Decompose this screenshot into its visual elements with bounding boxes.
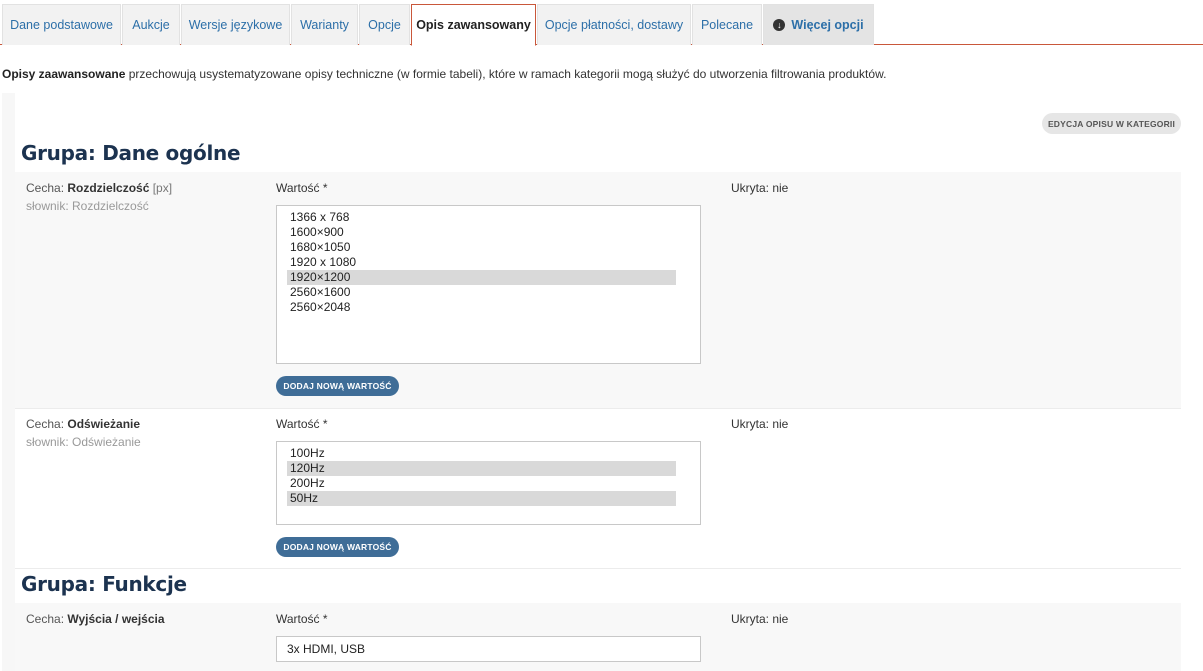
- row-divider: [15, 568, 1181, 569]
- tab-bar: Dane podstawowe Aukcje Wersje językowe W…: [0, 0, 1203, 46]
- io-value-input[interactable]: 3x HDMI, USB: [276, 636, 701, 662]
- tab-wiecej-opcji[interactable]: ↓ Więcej opcji: [763, 4, 874, 45]
- tab-opcje-platnosci[interactable]: Opcje płatności, dostawy: [537, 4, 691, 45]
- group-title-funkcje: Grupa: Funkcje: [21, 572, 187, 596]
- list-option-selected[interactable]: 120Hz: [287, 461, 676, 476]
- feature-prefix: Cecha:: [26, 612, 68, 626]
- tab-polecane[interactable]: Polecane: [692, 4, 762, 45]
- tab-opcje[interactable]: Opcje: [359, 4, 410, 45]
- intro-rest: przechowują usystematyzowane opisy techn…: [125, 67, 887, 81]
- feature-prefix: Cecha:: [26, 417, 68, 431]
- list-option[interactable]: 100Hz: [287, 446, 676, 461]
- row-divider: [15, 408, 1181, 409]
- tab-wersje-jezykowe[interactable]: Wersje językowe: [181, 4, 290, 45]
- dictionary-label: słownik: Odświeżanie: [26, 435, 141, 449]
- resolution-listbox[interactable]: 1366 x 768 1600×900 1680×1050 1920 x 108…: [276, 205, 701, 364]
- hidden-status: Ukryta: nie: [731, 417, 789, 431]
- tab-aukcje[interactable]: Aukcje: [122, 4, 180, 45]
- edit-category-description-button[interactable]: EDYCJA OPISU W KATEGORII: [1042, 113, 1181, 134]
- arrow-down-circle-icon: ↓: [773, 19, 786, 31]
- list-option-selected[interactable]: 1920×1200: [287, 270, 676, 285]
- refresh-rate-listbox[interactable]: 100Hz 120Hz 200Hz 50Hz: [276, 441, 701, 525]
- list-option-selected[interactable]: 50Hz: [287, 491, 676, 506]
- value-label: Wartość *: [276, 417, 328, 431]
- feature-name: Odświeżanie: [67, 417, 141, 431]
- add-value-button[interactable]: DODAJ NOWĄ WARTOŚĆ: [276, 537, 399, 557]
- feature-label-wyjscia-wejscia: Cecha: Wyjścia / wejścia: [26, 612, 165, 626]
- list-option[interactable]: 1680×1050: [287, 240, 676, 255]
- intro-text: Opisy zaawansowane przechowują usystemat…: [2, 67, 886, 81]
- value-label: Wartość *: [276, 612, 328, 626]
- list-option[interactable]: 200Hz: [287, 476, 676, 491]
- hidden-status: Ukryta: nie: [731, 181, 789, 195]
- add-value-button[interactable]: DODAJ NOWĄ WARTOŚĆ: [276, 376, 399, 396]
- tab-opis-zawansowany[interactable]: Opis zawansowany: [411, 4, 536, 46]
- tab-dane-podstawowe[interactable]: Dane podstawowe: [2, 4, 121, 45]
- feature-name: Wyjścia / wejścia: [67, 612, 165, 626]
- intro-bold: Opisy zaawansowane: [2, 67, 126, 81]
- feature-name: Rozdzielczość: [67, 181, 150, 195]
- list-option[interactable]: 2560×2048: [287, 300, 676, 315]
- group-title-dane-ogolne: Grupa: Dane ogólne: [21, 141, 241, 165]
- feature-prefix: Cecha:: [26, 181, 68, 195]
- feature-label-rozdzielczosc: Cecha: Rozdzielczość [px]: [26, 181, 172, 195]
- value-label: Wartość *: [276, 181, 328, 195]
- list-option[interactable]: 1920 x 1080: [287, 255, 676, 270]
- dictionary-label: słownik: Rozdzielczość: [26, 199, 149, 213]
- list-option[interactable]: 2560×1600: [287, 285, 676, 300]
- feature-label-odswiezanie: Cecha: Odświeżanie: [26, 417, 140, 431]
- feature-unit: [px]: [149, 181, 173, 195]
- hidden-status: Ukryta: nie: [731, 612, 789, 626]
- list-option[interactable]: 1366 x 768: [287, 210, 676, 225]
- list-option[interactable]: 1600×900: [287, 225, 676, 240]
- tab-warianty[interactable]: Warianty: [291, 4, 358, 45]
- tab-wiecej-opcji-label: Więcej opcji: [791, 18, 864, 32]
